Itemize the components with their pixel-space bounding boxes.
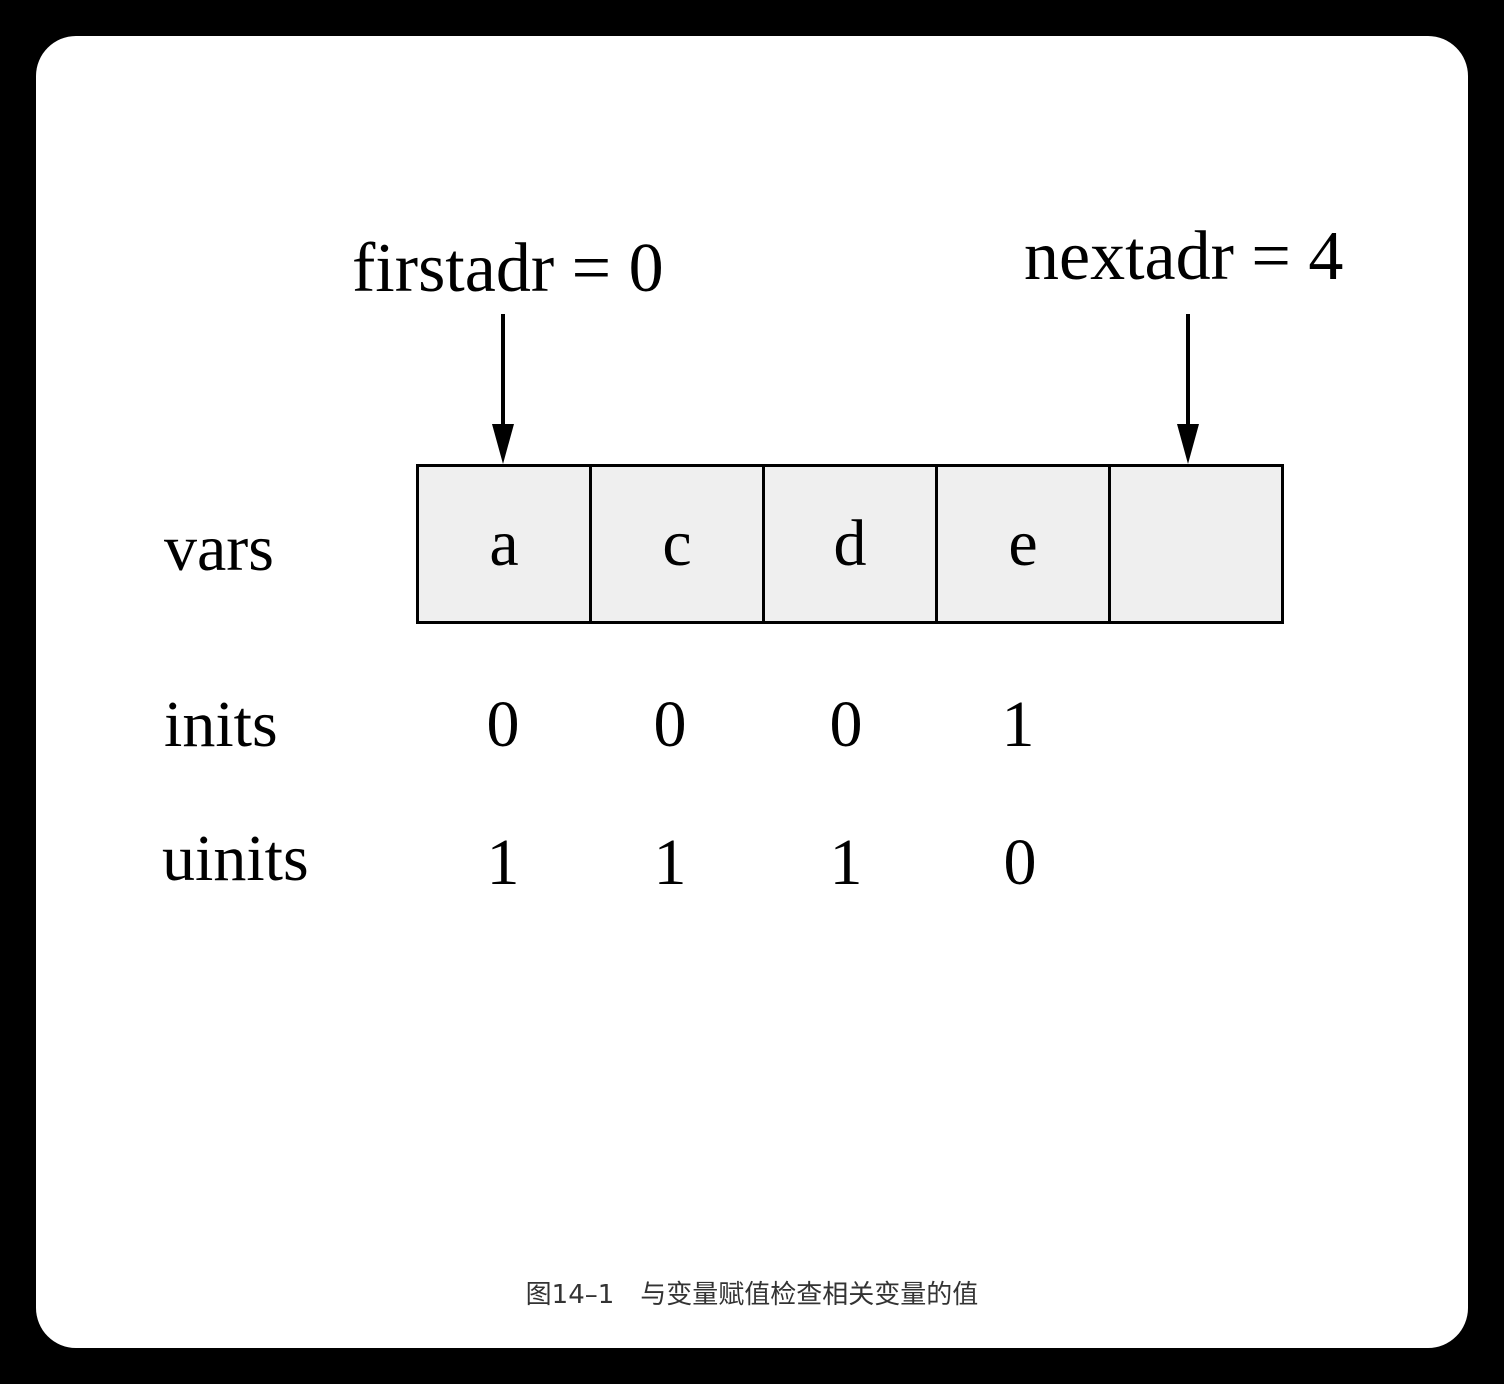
vars-cell-2: d [765,467,938,621]
uinits-value-1: 1 [653,826,687,899]
uinits-row-label: uinits [162,822,309,895]
inits-row-label: inits [164,688,278,761]
firstadr-label: firstadr = 0 [352,230,664,307]
inits-value-1: 0 [653,688,687,761]
figure-caption: 图14–1 与变量赋值检查相关变量的值 [525,1280,979,1310]
vars-array: a c d e [416,464,1284,624]
vars-cell-3: e [938,467,1111,621]
uinits-value-2: 1 [829,826,863,899]
inits-value-0: 0 [486,688,520,761]
inits-value-2: 0 [829,688,863,761]
figure-card: firstadr = 0 nextadr = 4 vars inits uini… [36,36,1468,1348]
vars-cell-1: c [592,467,765,621]
inits-value-3: 1 [1001,688,1035,761]
vars-cell-4 [1111,467,1281,621]
nextadr-label: nextadr = 4 [1024,218,1344,295]
nextadr-arrow [1177,314,1199,464]
firstadr-arrow [492,314,514,464]
uinits-value-0: 1 [486,826,520,899]
vars-row-label: vars [164,512,274,585]
vars-cell-0: a [419,467,592,621]
uinits-value-3: 0 [1003,826,1037,899]
